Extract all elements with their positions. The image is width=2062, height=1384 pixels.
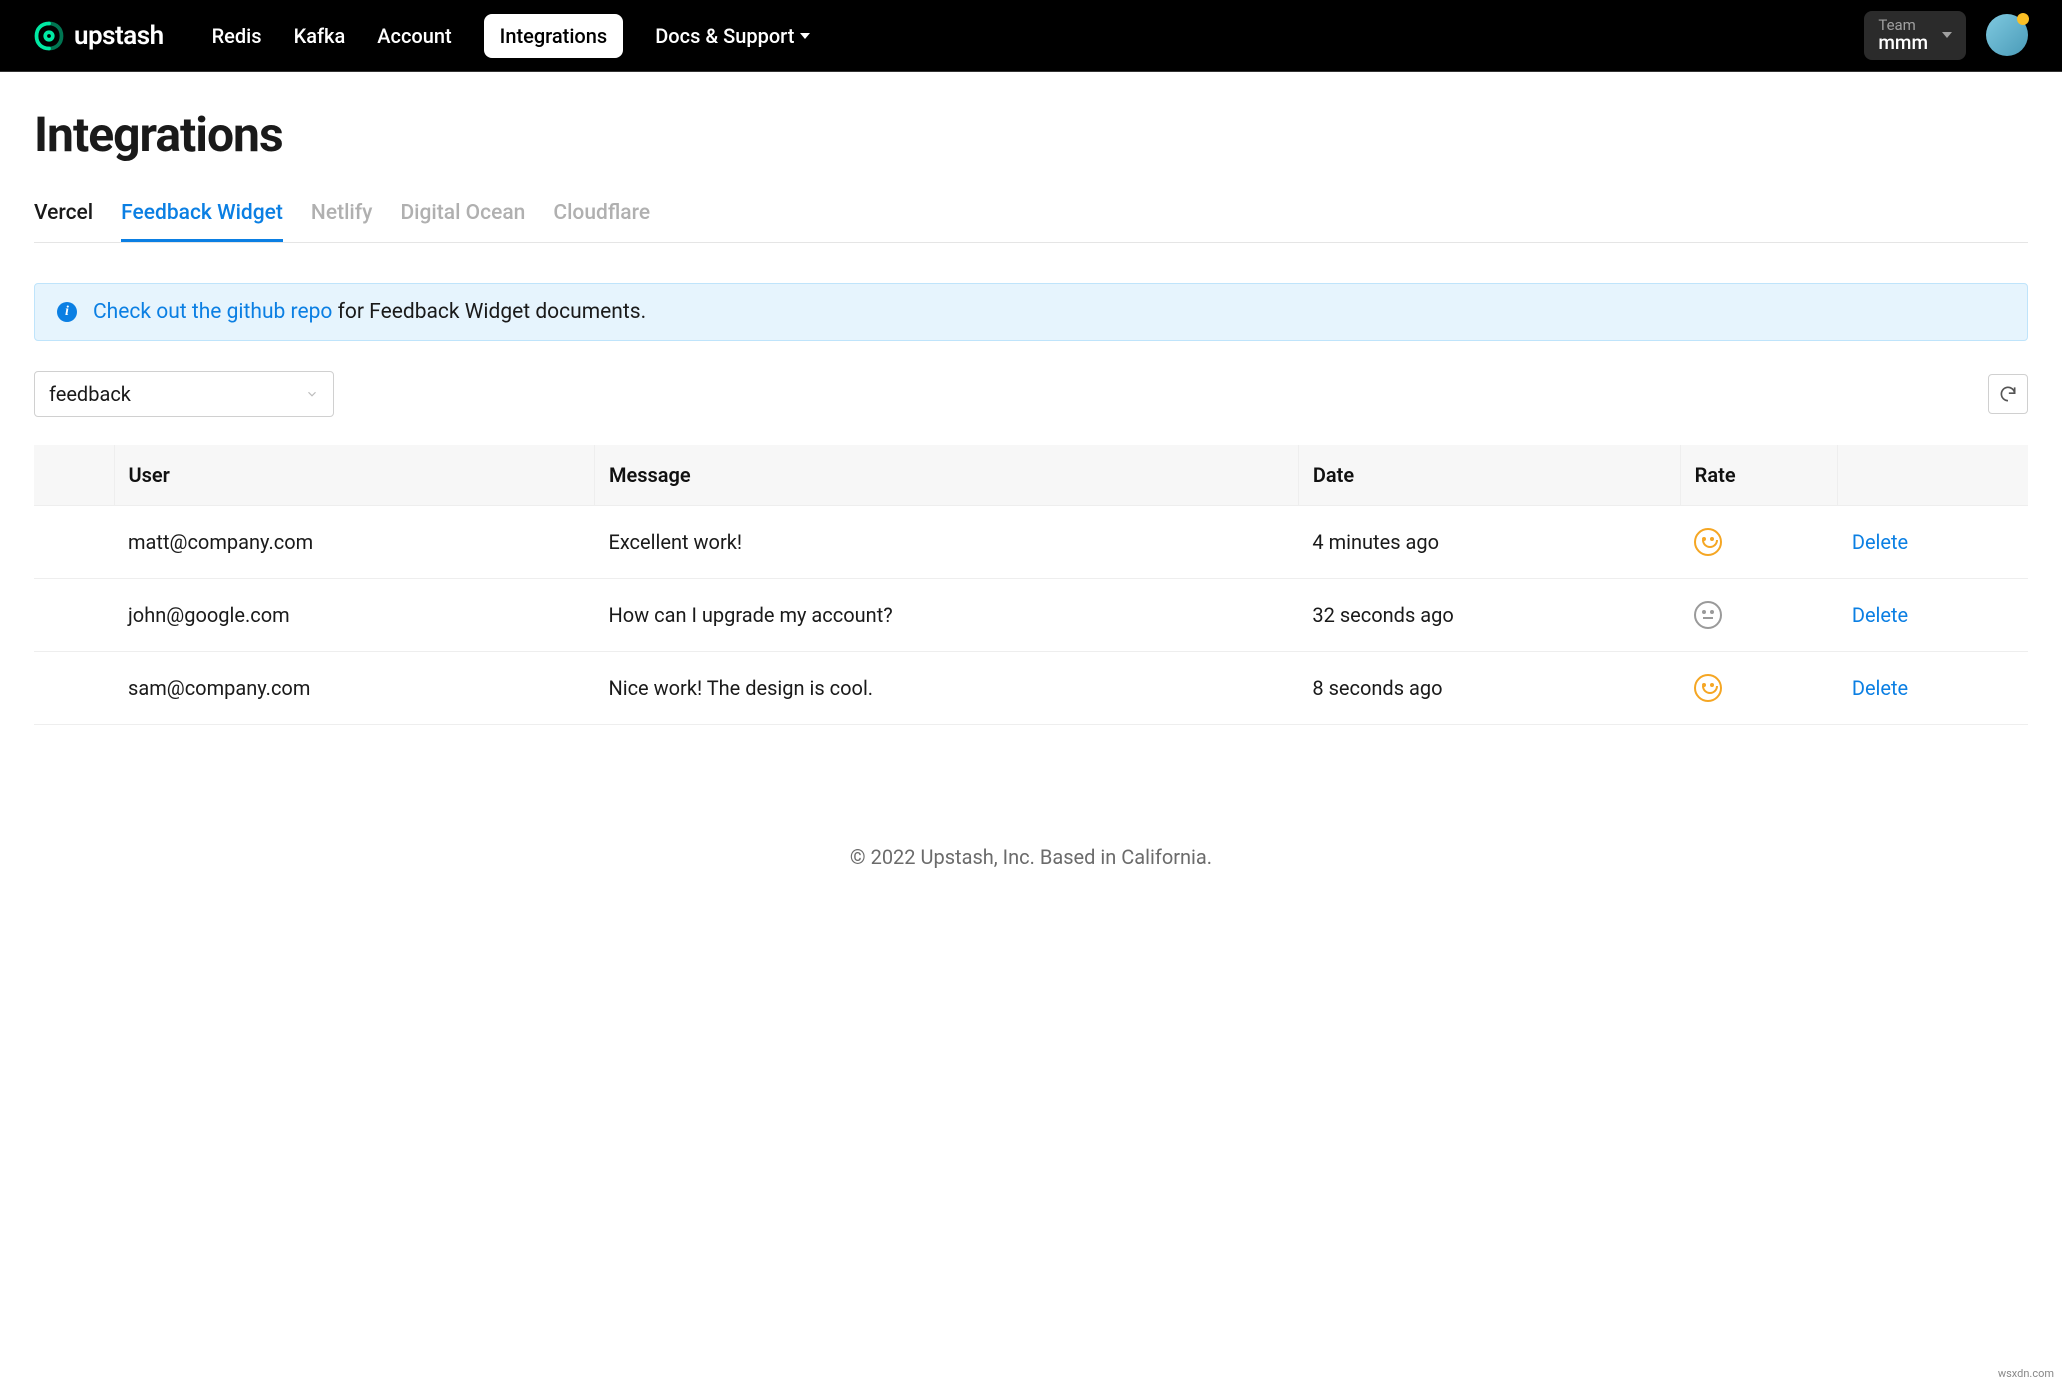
table-header-rate: Rate	[1680, 445, 1838, 506]
tab-netlify[interactable]: Netlify	[311, 191, 373, 242]
happy-face-icon	[1694, 674, 1722, 702]
page-title: Integrations	[34, 106, 2028, 163]
cell-user: john@google.com	[114, 579, 594, 652]
delete-button[interactable]: Delete	[1852, 530, 1908, 554]
team-selector[interactable]: Team mmm	[1864, 11, 1966, 60]
tab-vercel[interactable]: Vercel	[34, 191, 93, 242]
notification-dot-icon	[2017, 13, 2029, 25]
cell-action: Delete	[1838, 652, 2028, 725]
nav-redis[interactable]: Redis	[212, 16, 262, 56]
cell-rate	[1680, 652, 1838, 725]
table-row: matt@company.com Excellent work! 4 minut…	[34, 506, 2028, 579]
topbar: upstash Redis Kafka Account Integrations…	[0, 0, 2062, 72]
cell-date: 32 seconds ago	[1298, 579, 1680, 652]
nav-docs-support[interactable]: Docs & Support	[655, 16, 810, 56]
happy-face-icon	[1694, 528, 1722, 556]
cell-rate	[1680, 579, 1838, 652]
caret-down-icon	[1942, 32, 1952, 38]
cell-date: 4 minutes ago	[1298, 506, 1680, 579]
footer-text: © 2022 Upstash, Inc. Based in California…	[34, 725, 2028, 889]
integration-tabs: Vercel Feedback Widget Netlify Digital O…	[34, 191, 2028, 243]
logo-icon	[34, 21, 64, 51]
team-name: mmm	[1878, 33, 1928, 54]
logo[interactable]: upstash	[34, 21, 164, 51]
table-header-action	[1838, 445, 2028, 506]
refresh-icon	[1998, 384, 2018, 404]
tab-cloudflare[interactable]: Cloudflare	[553, 191, 650, 242]
info-repo-link[interactable]: Check out the github repo	[93, 300, 332, 324]
table-header-date: Date	[1298, 445, 1680, 506]
cell-date: 8 seconds ago	[1298, 652, 1680, 725]
cell-message: Excellent work!	[594, 506, 1298, 579]
logo-text: upstash	[74, 21, 164, 51]
info-rest-text: for Feedback Widget documents.	[332, 300, 646, 324]
table-header-lead	[34, 445, 114, 506]
table-row: john@google.com How can I upgrade my acc…	[34, 579, 2028, 652]
tab-digital-ocean[interactable]: Digital Ocean	[400, 191, 525, 242]
watermark: wsxdn.com	[1998, 1367, 2054, 1380]
table-row: sam@company.com Nice work! The design is…	[34, 652, 2028, 725]
info-banner: i Check out the github repo for Feedback…	[34, 283, 2028, 341]
feedback-table: User Message Date Rate matt@company.com …	[34, 445, 2028, 725]
delete-button[interactable]: Delete	[1852, 603, 1908, 627]
table-header-user: User	[114, 445, 594, 506]
cell-user: sam@company.com	[114, 652, 594, 725]
chevron-down-icon	[305, 382, 319, 406]
avatar[interactable]	[1986, 14, 2028, 56]
feedback-select[interactable]: feedback	[34, 371, 334, 417]
cell-user: matt@company.com	[114, 506, 594, 579]
cell-message: Nice work! The design is cool.	[594, 652, 1298, 725]
nav-account[interactable]: Account	[377, 16, 451, 56]
info-icon: i	[57, 302, 77, 322]
caret-down-icon	[800, 33, 810, 39]
cell-action: Delete	[1838, 579, 2028, 652]
tab-feedback-widget[interactable]: Feedback Widget	[121, 191, 283, 242]
primary-nav: Redis Kafka Account Integrations Docs & …	[212, 14, 811, 58]
topbar-right: Team mmm	[1864, 11, 2028, 60]
table-header-message: Message	[594, 445, 1298, 506]
cell-message: How can I upgrade my account?	[594, 579, 1298, 652]
neutral-face-icon	[1694, 601, 1722, 629]
delete-button[interactable]: Delete	[1852, 676, 1908, 700]
cell-action: Delete	[1838, 506, 2028, 579]
nav-kafka[interactable]: Kafka	[294, 16, 346, 56]
cell-rate	[1680, 506, 1838, 579]
refresh-button[interactable]	[1988, 374, 2028, 414]
nav-integrations[interactable]: Integrations	[484, 14, 624, 58]
select-value: feedback	[49, 382, 131, 406]
